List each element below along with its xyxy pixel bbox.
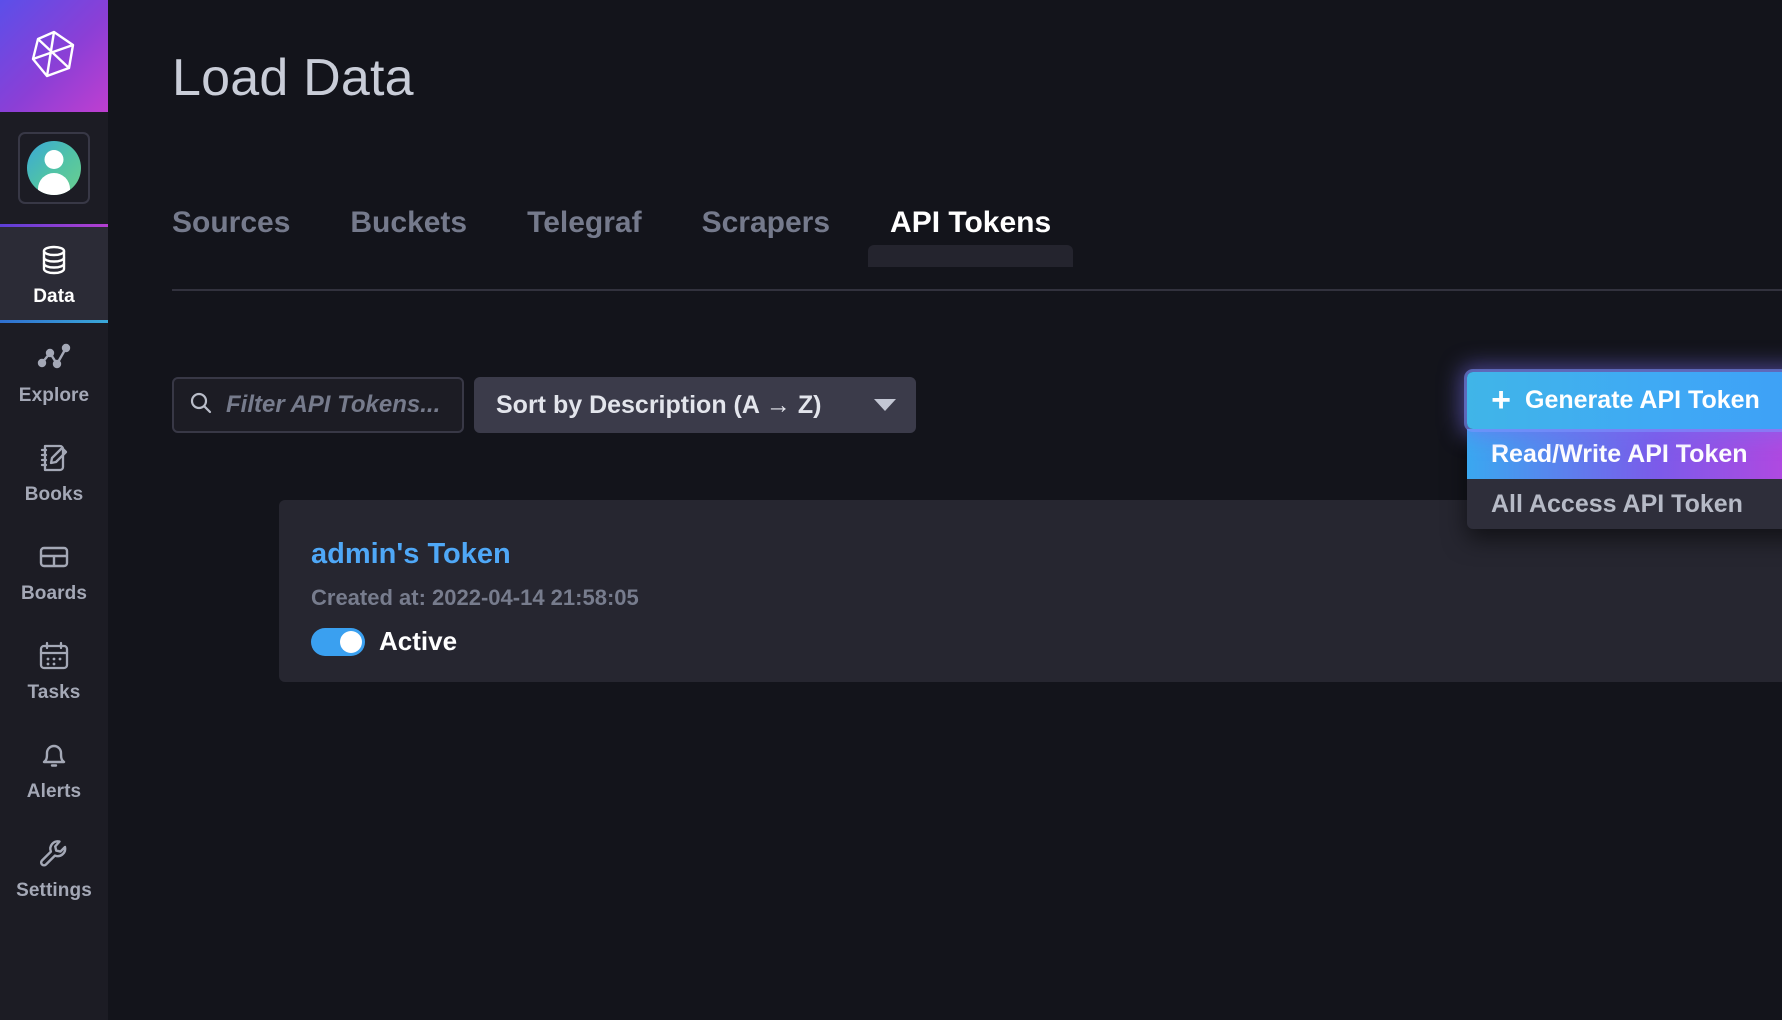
search-icon xyxy=(188,390,214,421)
token-active-toggle[interactable] xyxy=(311,628,365,656)
tab-telegraf[interactable]: Telegraf xyxy=(497,206,671,266)
generate-token-menu: Read/Write API Token All Access API Toke… xyxy=(1467,429,1782,529)
token-status: Active xyxy=(311,626,1782,657)
sidebar-item-label: Boards xyxy=(21,583,87,605)
sidebar: Data Explore B xyxy=(0,0,108,1020)
tab-buckets[interactable]: Buckets xyxy=(320,206,497,266)
tab-api-tokens[interactable]: API Tokens xyxy=(860,206,1081,266)
page-title: Load Data xyxy=(172,48,414,108)
sidebar-item-alerts[interactable]: Alerts xyxy=(0,719,108,818)
generate-api-token-label: Generate API Token xyxy=(1525,386,1760,415)
sidebar-item-label: Alerts xyxy=(27,781,81,803)
menu-item-read-write-api-token[interactable]: Read/Write API Token xyxy=(1467,429,1782,479)
sort-dropdown-label: Sort by Description (A → Z) xyxy=(496,391,821,420)
database-icon xyxy=(34,240,74,280)
sidebar-item-label: Settings xyxy=(16,880,92,902)
calendar-icon xyxy=(34,636,74,676)
sidebar-item-data[interactable]: Data xyxy=(0,224,108,323)
influxdb-logo-tile[interactable] xyxy=(0,0,108,112)
wrench-icon xyxy=(34,834,74,874)
notebook-pencil-icon xyxy=(34,438,74,478)
sidebar-item-explore[interactable]: Explore xyxy=(0,323,108,422)
sidebar-item-boards[interactable]: Boards xyxy=(0,521,108,620)
tab-bar: Sources Buckets Telegraf Scrapers API To… xyxy=(172,206,1782,266)
menu-item-all-access-api-token[interactable]: All Access API Token xyxy=(1467,479,1782,529)
main-content: Load Data Sources Buckets Telegraf Scrap… xyxy=(108,0,1782,1020)
chevron-down-icon xyxy=(874,399,896,411)
influxdb-logo-icon xyxy=(26,26,82,87)
bell-icon xyxy=(34,735,74,775)
toggle-knob xyxy=(340,631,362,653)
avatar-head xyxy=(45,150,64,169)
token-status-label: Active xyxy=(379,626,457,657)
sidebar-item-label: Books xyxy=(25,484,84,506)
avatar-frame xyxy=(18,132,90,204)
sidebar-item-label: Tasks xyxy=(28,682,81,704)
token-created-at: Created at: 2022-04-14 21:58:05 xyxy=(311,585,1782,611)
sidebar-item-settings[interactable]: Settings xyxy=(0,818,108,917)
app-root: Data Explore B xyxy=(0,0,1782,1020)
generate-token-group: + Generate API Token Read/Write API Toke… xyxy=(1467,372,1782,429)
search-box[interactable] xyxy=(172,377,464,433)
sidebar-item-label: Data xyxy=(33,286,75,308)
avatar xyxy=(27,141,81,195)
sidebar-item-label: Explore xyxy=(19,385,89,407)
sort-dropdown[interactable]: Sort by Description (A → Z) xyxy=(474,377,916,433)
avatar-body xyxy=(38,173,70,195)
tab-scrapers[interactable]: Scrapers xyxy=(672,206,860,266)
sidebar-item-books[interactable]: Books xyxy=(0,422,108,521)
tab-bar-divider xyxy=(172,289,1782,291)
generate-api-token-button[interactable]: + Generate API Token xyxy=(1467,372,1782,429)
dashboard-grid-icon xyxy=(34,537,74,577)
token-name-link[interactable]: admin's Token xyxy=(311,538,1782,571)
search-input[interactable] xyxy=(226,391,448,419)
toolbar: Sort by Description (A → Z) xyxy=(172,377,916,433)
user-avatar-tile[interactable] xyxy=(0,112,108,224)
line-graph-icon xyxy=(34,339,74,379)
sidebar-item-tasks[interactable]: Tasks xyxy=(0,620,108,719)
tab-sources[interactable]: Sources xyxy=(172,206,320,266)
